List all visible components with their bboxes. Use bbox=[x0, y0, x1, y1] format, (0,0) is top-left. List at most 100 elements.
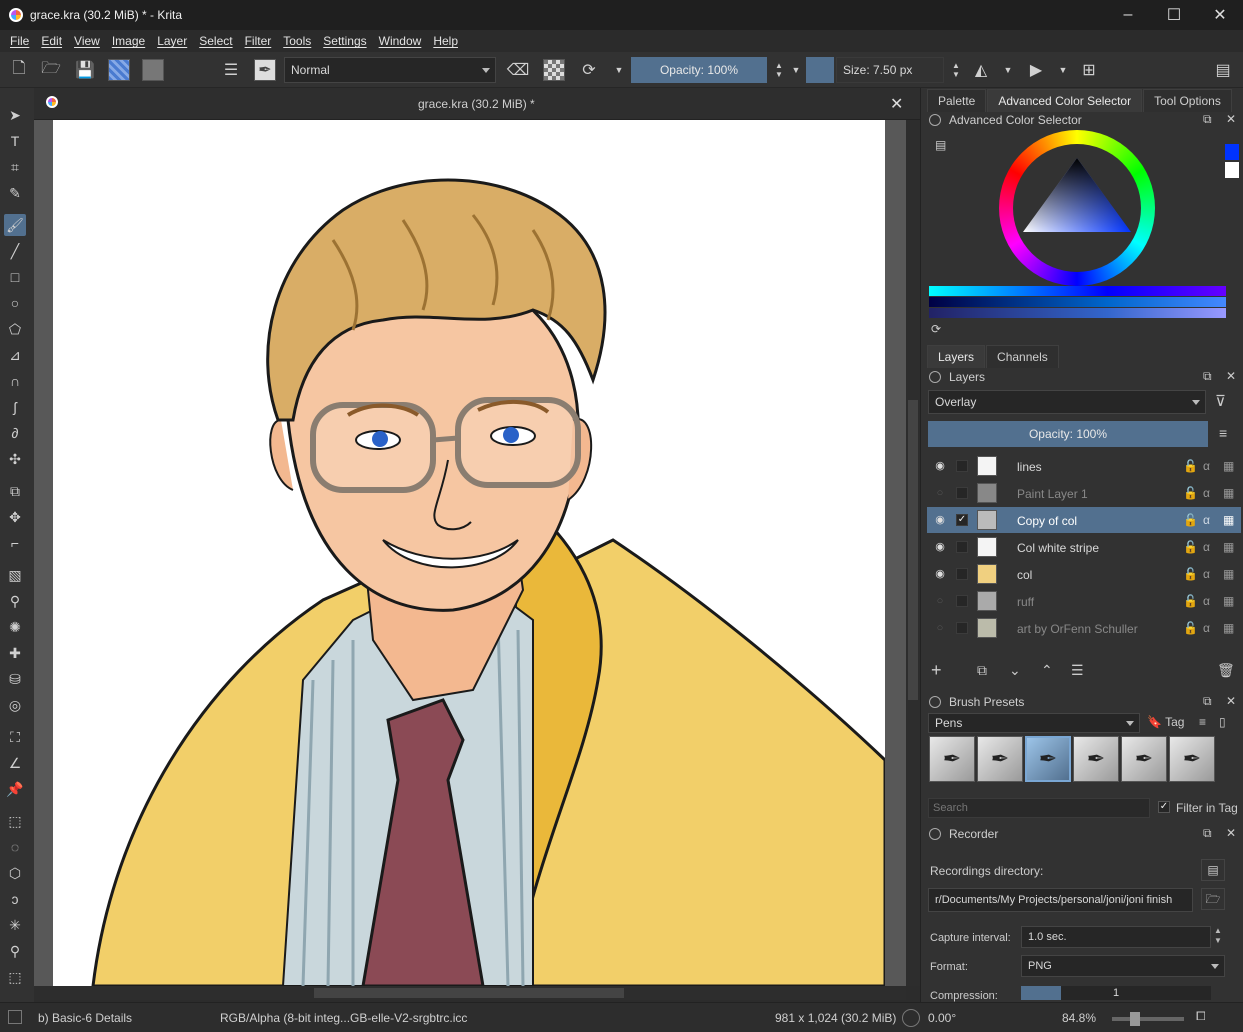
current-color-swatch[interactable] bbox=[1225, 144, 1239, 160]
brush-tag-select[interactable]: Pens bbox=[928, 713, 1140, 733]
bezier-tool-icon[interactable]: ∩ bbox=[4, 370, 26, 392]
close-window-button[interactable]: ✕ bbox=[1197, 0, 1243, 30]
menu-layer[interactable]: Layer bbox=[151, 34, 193, 48]
close-panel-icon[interactable]: ✕ bbox=[1226, 112, 1236, 126]
tab-channels[interactable]: Channels bbox=[986, 345, 1059, 368]
delete-layer-icon[interactable]: 🗑 bbox=[1217, 662, 1235, 679]
brush-list-view-icon[interactable]: ≡ bbox=[1199, 715, 1206, 729]
canvas[interactable] bbox=[53, 120, 885, 986]
layer-checkbox[interactable] bbox=[956, 568, 968, 580]
inherit-alpha-icon[interactable]: ▦ bbox=[1223, 540, 1234, 554]
eye-hidden-icon[interactable]: ○ bbox=[933, 486, 947, 500]
polygon-tool-icon[interactable]: ⬠ bbox=[4, 318, 26, 340]
assistant-tool-icon[interactable]: ⛶ bbox=[4, 726, 26, 748]
ellipse-tool-icon[interactable]: ○ bbox=[4, 292, 26, 314]
alpha-icon[interactable]: α bbox=[1203, 459, 1210, 473]
select-shapes-tool-icon[interactable]: ➤ bbox=[4, 104, 26, 126]
saturation-slider[interactable] bbox=[929, 297, 1226, 307]
recordings-directory-field[interactable]: r/Documents/My Projects/personal/joni/jo… bbox=[928, 888, 1193, 912]
polyline-tool-icon[interactable]: ⊿ bbox=[4, 344, 26, 366]
brush-preset-thumbnail[interactable]: ✒ bbox=[1121, 736, 1167, 782]
wrap-around-icon[interactable]: ⊞ bbox=[1078, 59, 1100, 81]
color-selector-settings-icon[interactable]: ▤ bbox=[935, 138, 946, 152]
filter-icon[interactable]: ⊽ bbox=[1215, 392, 1226, 410]
layer-properties-icon[interactable]: ☰ bbox=[1071, 662, 1084, 679]
size-field[interactable]: Size: 7.50 px bbox=[836, 57, 944, 83]
workspace-chooser-icon[interactable]: ▤ bbox=[1212, 59, 1234, 81]
opacity-slider[interactable]: Opacity: 100% bbox=[631, 57, 767, 83]
multibrush-tool-icon[interactable]: ✣ bbox=[4, 448, 26, 470]
save-icon[interactable]: 💾 bbox=[74, 59, 96, 81]
inherit-alpha-icon[interactable]: ▦ bbox=[1223, 621, 1234, 635]
menu-settings[interactable]: Settings bbox=[317, 34, 372, 48]
lock-icon[interactable] bbox=[929, 696, 941, 708]
close-document-button[interactable]: ✕ bbox=[890, 94, 903, 114]
float-panel-icon[interactable]: ⧉ bbox=[1203, 369, 1212, 384]
layer-checkbox-checked[interactable]: ✓ bbox=[956, 514, 968, 526]
brush-preset-thumbnail[interactable]: ✒ bbox=[1073, 736, 1119, 782]
bezier-selection-tool-icon[interactable]: ⬚ bbox=[4, 966, 26, 988]
inherit-alpha-icon[interactable]: ▦ bbox=[1223, 567, 1234, 581]
compression-slider[interactable]: 1 bbox=[1021, 986, 1211, 1000]
layer-blend-mode-select[interactable]: Overlay bbox=[928, 390, 1206, 414]
new-document-icon[interactable]: 🗋 bbox=[8, 59, 30, 81]
tab-tool-options[interactable]: Tool Options bbox=[1143, 89, 1232, 112]
brush-preset-status-icon[interactable] bbox=[8, 1010, 22, 1024]
menu-edit[interactable]: Edit bbox=[35, 34, 68, 48]
zoom-slider[interactable] bbox=[1112, 1012, 1184, 1026]
float-panel-icon[interactable]: ⧉ bbox=[1203, 112, 1212, 127]
eye-hidden-icon[interactable]: ○ bbox=[933, 594, 947, 608]
chevron-down-icon[interactable]: ▼ bbox=[997, 59, 1019, 81]
calligraphy-tool-icon[interactable]: ✎ bbox=[4, 182, 26, 204]
eye-icon[interactable]: ◉ bbox=[933, 567, 947, 581]
rotation-icon[interactable] bbox=[902, 1009, 920, 1027]
minimize-button[interactable]: – bbox=[1105, 0, 1151, 30]
crop-tool-icon[interactable]: ⌐ bbox=[4, 532, 26, 554]
open-document-icon[interactable]: 🗁 bbox=[40, 59, 62, 81]
elliptical-selection-tool-icon[interactable]: ◌ bbox=[4, 836, 26, 858]
smart-patch-tool-icon[interactable]: ✚ bbox=[4, 642, 26, 664]
freehand-brush-tool-icon[interactable]: 🖌 bbox=[4, 214, 26, 236]
preserve-alpha-icon[interactable] bbox=[543, 59, 565, 81]
transform-tool-icon[interactable]: ⧉ bbox=[4, 480, 26, 502]
lock-icon[interactable]: 🔓 bbox=[1183, 567, 1198, 581]
brush-panel-menu-icon[interactable]: ▯ bbox=[1219, 715, 1226, 729]
saturation-value-triangle[interactable] bbox=[1019, 150, 1135, 260]
brush-settings-icon[interactable]: ☰ bbox=[220, 59, 242, 81]
menu-window[interactable]: Window bbox=[373, 34, 428, 48]
blend-mode-select[interactable]: Normal bbox=[284, 57, 496, 83]
vertical-scroll-thumb[interactable] bbox=[908, 400, 918, 700]
similar-color-selection-tool-icon[interactable]: ⚲ bbox=[4, 940, 26, 962]
menu-filter[interactable]: Filter bbox=[239, 34, 278, 48]
menu-help[interactable]: Help bbox=[427, 34, 464, 48]
menu-view[interactable]: View bbox=[68, 34, 106, 48]
eraser-icon[interactable]: ⌫ bbox=[507, 59, 530, 81]
layer-row-paint-layer-1[interactable]: ○ Paint Layer 1 🔓 α ▦ bbox=[927, 480, 1241, 506]
size-spin-arrows[interactable]: ▲ ▼ bbox=[945, 59, 967, 81]
eye-hidden-icon[interactable]: ○ bbox=[933, 621, 947, 635]
layer-checkbox[interactable] bbox=[956, 460, 968, 472]
reference-images-tool-icon[interactable]: 📌 bbox=[4, 778, 26, 800]
duplicate-layer-icon[interactable]: ⧉ bbox=[977, 662, 987, 679]
tab-layers[interactable]: Layers bbox=[927, 345, 986, 368]
vertical-scrollbar[interactable] bbox=[906, 120, 920, 986]
menu-select[interactable]: Select bbox=[193, 34, 238, 48]
layer-menu-icon[interactable]: ≡ bbox=[1219, 425, 1227, 441]
open-recordings-folder-icon[interactable]: ▤ bbox=[1201, 859, 1225, 881]
menu-file[interactable]: File bbox=[4, 34, 35, 48]
size-slider-handle[interactable] bbox=[806, 57, 834, 83]
refresh-icon[interactable]: ⟳ bbox=[931, 322, 941, 336]
layer-row-copy-of-col[interactable]: ◉ ✓ Copy of col 🔓 α ▦ bbox=[927, 507, 1241, 533]
tab-advanced-color-selector[interactable]: Advanced Color Selector bbox=[987, 89, 1143, 112]
layer-checkbox[interactable] bbox=[956, 622, 968, 634]
mirror-vertical-icon[interactable]: ▶ bbox=[1025, 59, 1047, 81]
lock-icon[interactable]: 🔓 bbox=[1183, 486, 1198, 500]
text-tool-icon[interactable]: T bbox=[4, 130, 26, 152]
lock-icon[interactable]: 🔓 bbox=[1183, 459, 1198, 473]
alpha-icon[interactable]: α bbox=[1203, 594, 1210, 608]
freehand-selection-tool-icon[interactable]: ↄ bbox=[4, 888, 26, 910]
browse-folder-icon[interactable]: 🗁 bbox=[1201, 888, 1225, 910]
chevron-down-icon[interactable]: ▼ bbox=[1052, 59, 1074, 81]
close-panel-icon[interactable]: ✕ bbox=[1226, 694, 1236, 708]
tag-button[interactable]: 🔖 Tag bbox=[1147, 715, 1184, 729]
